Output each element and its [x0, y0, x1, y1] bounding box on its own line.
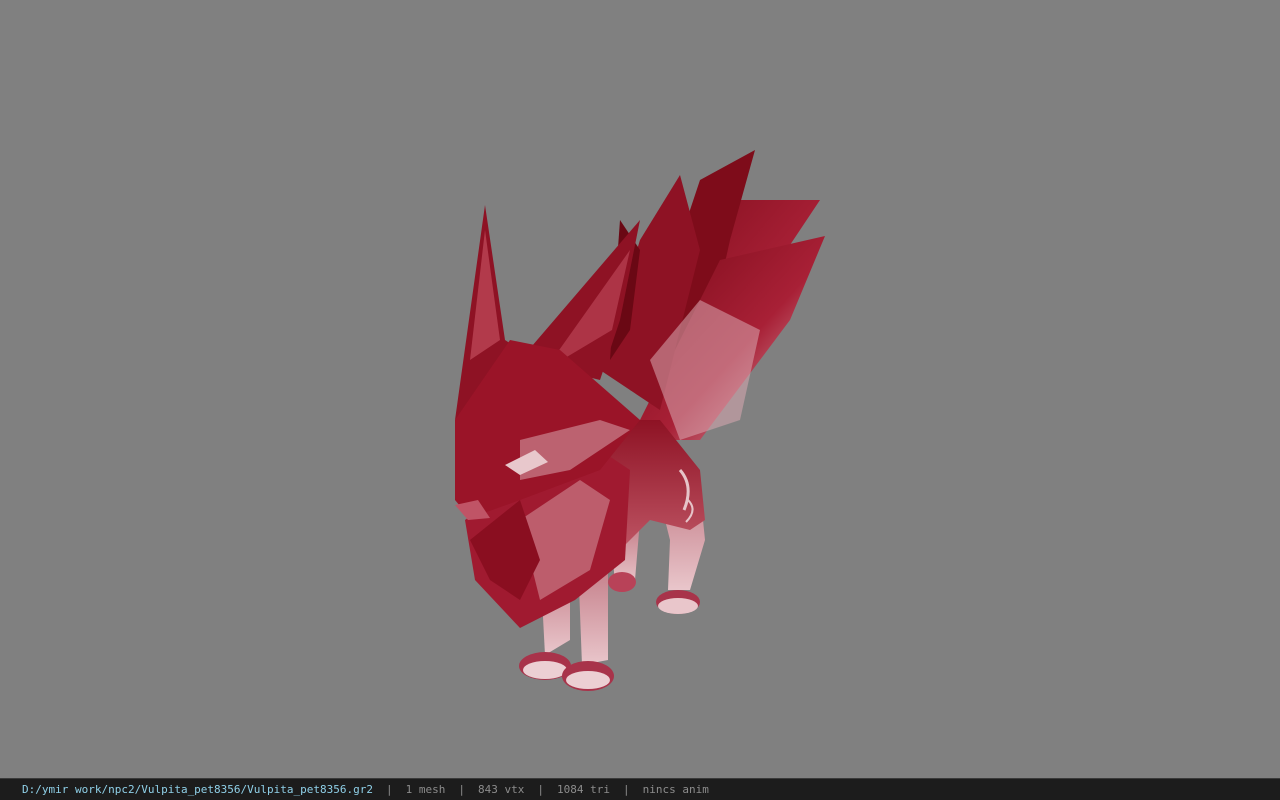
mesh-count: 1 mesh	[405, 783, 446, 796]
animation-status: nincs anim	[642, 783, 709, 796]
vertex-count: 843 vtx	[478, 783, 525, 796]
file-path: D:/ymir work/npc2/Vulpita_pet8356/Vulpit…	[22, 783, 373, 796]
status-separator: |	[386, 783, 393, 796]
triangle-count: 1084 tri	[556, 783, 610, 796]
3d-viewport[interactable]	[0, 0, 1280, 778]
fox-model	[455, 150, 825, 691]
status-separator: |	[622, 783, 630, 796]
status-separator: |	[537, 783, 544, 796]
fox-tails	[600, 150, 825, 440]
status-bar: D:/ymir work/npc2/Vulpita_pet8356/Vulpit…	[0, 778, 1280, 800]
status-separator: |	[458, 783, 465, 796]
